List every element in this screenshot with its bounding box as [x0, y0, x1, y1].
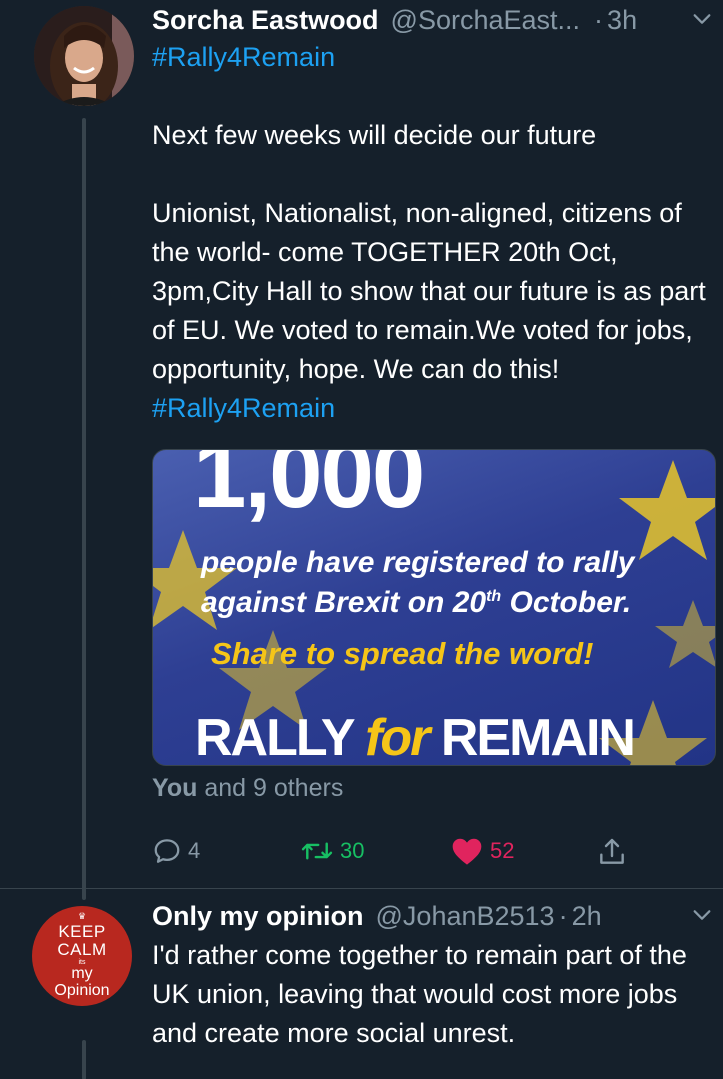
crown-icon: ♛ — [77, 910, 87, 921]
banner-remain: REMAIN — [440, 709, 636, 766]
image-caption-post: October. — [501, 586, 632, 619]
tweet-body-text: Unionist, Nationalist, non-aligned, citi… — [152, 198, 706, 384]
keep-calm-avatar: ♛ KEEP CALM its my Opinion — [32, 906, 132, 1006]
retweet-count: 30 — [340, 838, 365, 863]
retweet-icon — [301, 842, 333, 860]
image-banner: RALLY for REMAIN — [195, 708, 636, 766]
liked-by-you: You — [152, 774, 198, 802]
tweet-body: Unionist, Nationalist, non-aligned, citi… — [152, 194, 712, 428]
tweet-image[interactable]: 1,000 people have registered to rally ag… — [152, 449, 716, 766]
chevron-down-icon[interactable] — [691, 8, 713, 30]
hashtag-link[interactable]: #Rally4Remain — [152, 393, 335, 423]
tweet-actions: 4 30 52 — [152, 836, 652, 876]
share-button[interactable] — [596, 836, 628, 868]
image-caption-pre: against Brexit on 20 — [201, 586, 487, 619]
reply-icon — [154, 839, 180, 863]
image-share-line: Share to spread the word! — [211, 636, 594, 671]
like-button[interactable]: 52 — [450, 836, 514, 866]
retweet-button[interactable]: 30 — [300, 836, 364, 866]
image-caption-sup: th — [486, 588, 502, 605]
tweet-header: Sorcha Eastwood @SorchaEast... · 3h — [152, 2, 713, 38]
hashtag-link[interactable]: #Rally4Remain — [152, 42, 335, 72]
reply-button[interactable]: 4 — [152, 836, 200, 866]
avatar-text: KEEP — [58, 922, 106, 942]
tweet-body-line1: Next few weeks will decide our future — [152, 120, 597, 150]
timestamp[interactable]: 2h — [572, 901, 602, 932]
avatar[interactable]: ♛ KEEP CALM its my Opinion — [32, 906, 132, 1006]
avatar-text: my — [71, 965, 93, 983]
image-caption-line2: against Brexit on 20th October. — [201, 580, 701, 620]
avatar-text: CALM — [57, 940, 107, 960]
author-handle[interactable]: @SorchaEast... — [391, 5, 581, 36]
liked-by-others: and 9 others — [204, 774, 344, 802]
avatar-photo — [34, 6, 134, 106]
author-handle[interactable]: @JohanB2513 — [376, 901, 555, 932]
author-name[interactable]: Sorcha Eastwood — [152, 5, 379, 36]
banner-for: for — [365, 709, 430, 766]
image-caption-line1: people have registered to rally — [201, 546, 635, 579]
banner-rally: RALLY — [195, 709, 355, 766]
tweet-body: I'd rather come together to remain part … — [152, 940, 687, 1048]
image-big-number: 1,000 — [193, 449, 425, 528]
timeline: Sorcha Eastwood @SorchaEast... · 3h #Ral… — [0, 0, 723, 1079]
tweet-divider — [0, 888, 723, 889]
avatar[interactable] — [34, 6, 134, 106]
separator-dot: · — [594, 4, 604, 35]
chevron-down-icon[interactable] — [691, 904, 713, 926]
author-name[interactable]: Only my opinion — [152, 901, 364, 932]
tweet-header: Only my opinion @JohanB2513 · 2h — [152, 898, 713, 934]
reply-count: 4 — [188, 838, 201, 863]
tweet-hashtag-line: #Rally4Remain — [152, 38, 712, 77]
timestamp[interactable]: 3h — [607, 5, 637, 36]
heart-icon — [452, 838, 482, 865]
separator-dot: · — [558, 900, 568, 931]
thread-line — [82, 118, 86, 900]
like-count: 52 — [490, 838, 515, 863]
thread-line — [82, 1040, 86, 1079]
liked-by[interactable]: You and 9 others — [152, 774, 343, 803]
share-icon — [600, 838, 624, 864]
avatar-text: Opinion — [54, 982, 110, 1000]
